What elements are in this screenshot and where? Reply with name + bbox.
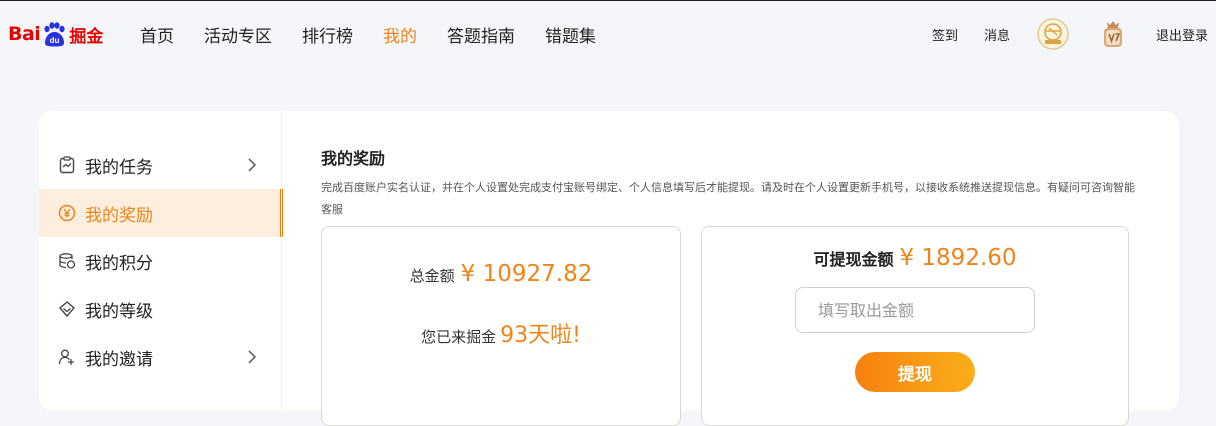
withdraw-button[interactable]: 提现	[855, 352, 975, 392]
nav-mine[interactable]: 我的	[383, 22, 417, 47]
sidebar-item-label: 我的任务	[85, 157, 153, 178]
days-joined-value: 93天啦!	[500, 323, 581, 348]
header-actions: 签到 消息 退出登录	[932, 1, 1208, 67]
sidebar-item-points[interactable]: 我的积分	[39, 237, 281, 285]
total-amount-value: ¥ 10927.82	[460, 261, 593, 287]
rewards-description: 完成百度账户实名认证，并在个人设置处完成支付宝账号绑定、个人信息填写后才能提现。…	[321, 181, 1135, 216]
coin-stack-icon	[57, 251, 77, 271]
baidu-juejin-logo[interactable]: Bai du 掘金	[8, 17, 103, 51]
sidebar-item-label: 我的邀请	[85, 349, 153, 370]
total-amount-panel: 总金额 ¥ 10927.82 您已来掘金 93天啦!	[321, 226, 681, 426]
withdraw-panel: 可提现金额 ¥ 1892.60 提现	[701, 226, 1129, 426]
logout-link[interactable]: 退出登录	[1156, 25, 1208, 44]
sidebar-item-label: 我的奖励	[85, 205, 153, 226]
main-card: 我的任务 我的奖励 我的积分 我的等级 我的邀请 我的奖励 完成百度账户实名认证…	[39, 111, 1179, 426]
messages-link[interactable]: 消息	[984, 25, 1010, 44]
chevron-right-icon	[245, 157, 259, 173]
svg-text:du: du	[50, 36, 60, 45]
invite-user-icon	[57, 347, 77, 367]
rewards-title: 我的奖励	[321, 149, 386, 168]
total-amount-row: 总金额 ¥ 10927.82	[322, 261, 680, 287]
rewards-content: 我的奖励 完成百度账户实名认证，并在个人设置处完成支付宝账号绑定、个人信息填写后…	[321, 145, 1141, 221]
withdrawable-row: 可提现金额 ¥ 1892.60	[702, 245, 1128, 271]
nav-home[interactable]: 首页	[140, 22, 174, 47]
medal-badge-icon[interactable]	[1036, 17, 1070, 51]
withdrawable-label: 可提现金额	[813, 250, 894, 269]
sidebar-divider	[281, 111, 282, 411]
sidebar-item-rewards[interactable]: 我的奖励	[39, 189, 283, 237]
checkin-link[interactable]: 签到	[932, 25, 958, 44]
nav-answer-guide[interactable]: 答题指南	[447, 22, 515, 47]
task-clipboard-icon	[57, 155, 77, 175]
sidebar: 我的任务 我的奖励 我的积分 我的等级 我的邀请	[39, 141, 283, 381]
yen-coin-icon	[57, 203, 77, 223]
baidu-paw-icon: du	[41, 21, 67, 47]
nav-wrong-questions[interactable]: 错题集	[545, 22, 596, 47]
days-joined-row: 您已来掘金 93天啦!	[322, 317, 680, 349]
sidebar-item-level[interactable]: 我的等级	[39, 285, 281, 333]
v7-level-badge-icon[interactable]	[1096, 17, 1130, 51]
sidebar-item-tasks[interactable]: 我的任务	[39, 141, 281, 189]
total-amount-label: 总金额	[409, 267, 455, 285]
sidebar-item-label: 我的积分	[85, 253, 153, 274]
top-header: Bai du 掘金 首页 活动专区 排行榜 我的 答题指南 错题集 签到 消息	[0, 0, 1216, 66]
chevron-right-icon	[245, 349, 259, 365]
nav-leaderboard[interactable]: 排行榜	[302, 22, 353, 47]
days-joined-label: 您已来掘金	[421, 328, 497, 346]
main-nav: 首页 活动专区 排行榜 我的 答题指南 错题集	[140, 1, 596, 67]
logo-text-bai: Bai	[8, 23, 41, 45]
diamond-level-icon	[57, 299, 77, 319]
sidebar-item-label: 我的等级	[85, 301, 153, 322]
sidebar-item-invite[interactable]: 我的邀请	[39, 333, 281, 381]
withdraw-amount-input[interactable]	[795, 287, 1035, 333]
withdrawable-amount: ¥ 1892.60	[899, 245, 1017, 271]
logo-text-juejin: 掘金	[69, 26, 104, 47]
nav-activities[interactable]: 活动专区	[204, 22, 272, 47]
